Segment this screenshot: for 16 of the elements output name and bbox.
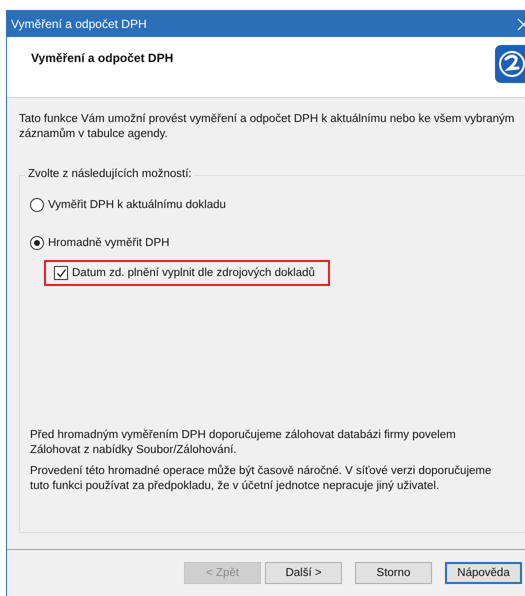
group-legend: Zvolte z následujících možností: xyxy=(26,168,194,180)
checkbox[interactable] xyxy=(54,266,68,280)
note-text: Provedení této hromadné operace může být časově náročné. V síťové verzi doporučujeme tuto funkci používat za předpokladu, že v účetní jednotce nepracuje jiný uživatel. xyxy=(30,464,492,494)
note-text: Před hromadným vyměřením DPH doporučujeme zálohovat databázi firmy povelem Zálohovat z nabídky Soubor/Zálohování. xyxy=(30,428,457,458)
close-icon[interactable] xyxy=(517,18,525,30)
dialog-button[interactable]: Další > xyxy=(265,562,342,584)
dialog-button[interactable]: Storno xyxy=(355,562,432,584)
radio-label[interactable]: Vyměřit DPH k aktuálnímu dokladu xyxy=(48,199,226,211)
header-title: Vyměření a odpočet DPH xyxy=(31,51,174,65)
radio-label[interactable]: Hromadně vyměřit DPH xyxy=(48,237,170,249)
window-title: Vyměření a odpočet DPH xyxy=(10,16,147,30)
intro-text: Tato funkce Vám umožní provést vyměření a odpočet DPH k aktuálnímu nebo ke všem vybraným záznamům v tabulce agendy. xyxy=(19,112,516,142)
dialog-button[interactable]: Nápověda xyxy=(445,562,522,584)
radio-button[interactable] xyxy=(30,236,44,250)
checkbox-label[interactable]: Datum zd. plnění vyplnit dle zdrojových dokladů xyxy=(72,267,315,279)
radio-button[interactable] xyxy=(30,198,44,212)
